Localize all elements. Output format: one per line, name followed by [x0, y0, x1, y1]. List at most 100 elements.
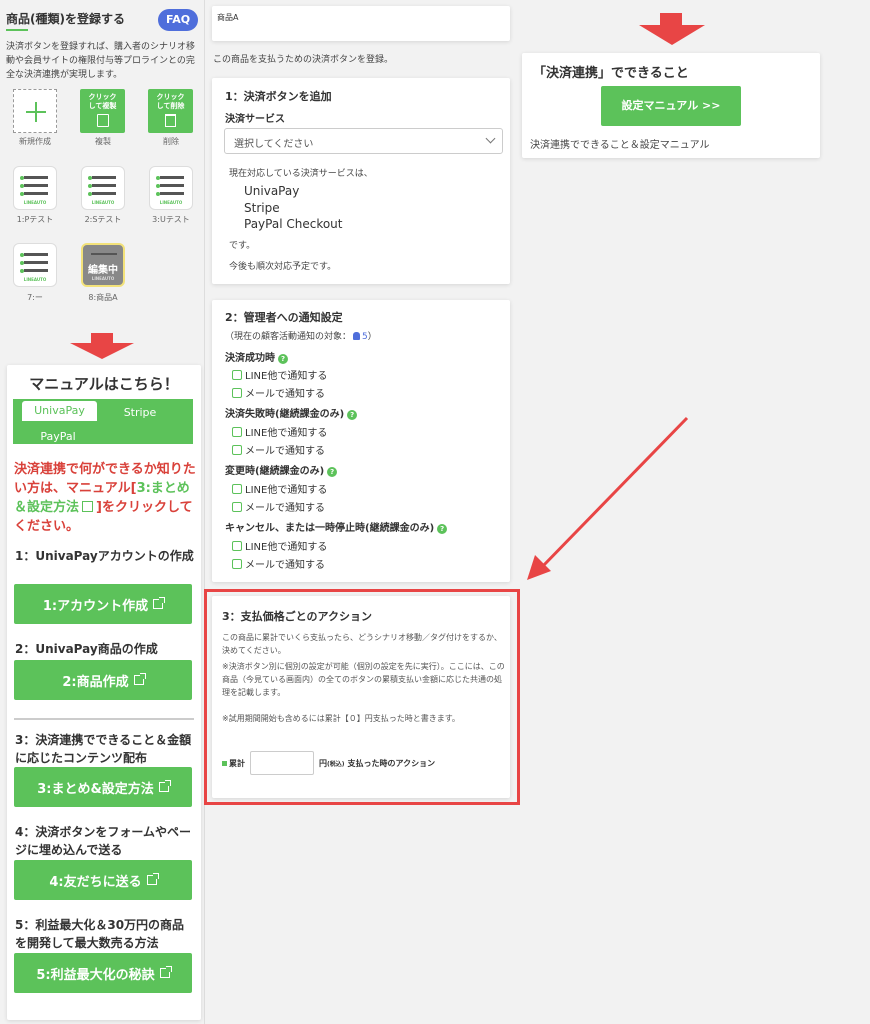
section-3-p3: ※試用期間開始も含めるには累計【０】円支払った時と書きます。 [222, 714, 460, 723]
product-name-field[interactable]: 商品A [212, 6, 510, 41]
tab-paypal[interactable]: PayPal [23, 430, 93, 443]
manual-title: マニュアルはこちら！ [29, 375, 179, 393]
copy-button[interactable]: クリックして複製 [80, 89, 125, 133]
faq-button[interactable]: FAQ [158, 9, 198, 31]
delete-button-text: クリックして削除 [156, 93, 185, 110]
tab-univapay[interactable]: UnivaPay [21, 400, 98, 422]
future-text: 今後も順次対応予定です。 [229, 262, 337, 272]
product-subtitle: この商品を支払うための決済ボタンを登録。 [213, 55, 394, 65]
action-label: 支払った時のアクション [347, 758, 436, 768]
step-4-button[interactable]: 4:友だちに送る [14, 860, 192, 900]
external-link-icon [146, 873, 159, 885]
product-tile-8-editing[interactable]: 編集中 LINEAUTO [81, 243, 125, 287]
option-label: LINE他で通知する [245, 485, 328, 496]
cancel-line-checkbox[interactable]: LINE他で通知する [232, 538, 327, 553]
desu-text: です。 [229, 241, 256, 251]
change-mail-checkbox[interactable]: メールで通知する [232, 499, 325, 514]
product-label-7: 7:ー [27, 293, 43, 302]
new-product-tile[interactable] [13, 89, 57, 133]
step-3-button[interactable]: 3:まとめ&設定方法 [14, 767, 192, 807]
section-1-title: 1：決済ボタンを追加 [225, 90, 332, 103]
group-failure-label: 決済失敗時(継続課金のみ)? [225, 405, 358, 420]
target-suffix: ） [367, 332, 377, 342]
product-name: 商品A [217, 13, 239, 22]
step-4-label: 4:友だちに送る [49, 874, 142, 890]
red-diagonal-arrow [527, 416, 689, 580]
help-icon[interactable]: ? [278, 354, 288, 364]
copy-button-text: クリックして複製 [88, 93, 117, 110]
manual-notice: 決済連携で何ができるか知りたい方は、マニュアル[3:まとめ＆設定方法]をクリック… [14, 460, 196, 536]
tile-brand: LINEAUTO [23, 200, 47, 205]
service-univapay: UnivaPay [244, 184, 300, 198]
help-icon[interactable]: ? [327, 467, 338, 477]
notification-target: （現在の顧客活動通知の対象： 5） [225, 329, 377, 342]
section-1-card [212, 78, 510, 284]
service-paypal: PayPal Checkout [244, 217, 343, 231]
tile-brand: LINEAUTO [23, 277, 47, 282]
title-underline [6, 29, 28, 31]
step-3-heading: 3：決済連携でできること＆金額に応じたコンテンツ配布 [15, 733, 192, 765]
step-1-label: 1:アカウント作成 [42, 598, 149, 614]
tile-brand: LINEAUTO [159, 200, 183, 205]
payment-service-label: 決済サービス [225, 114, 285, 125]
product-tile-1[interactable]: LINEAUTO [13, 166, 57, 210]
option-label: LINE他で通知する [245, 371, 328, 382]
payment-service-select[interactable]: 選択してください [224, 128, 503, 154]
delete-button[interactable]: クリックして削除 [148, 89, 193, 133]
tile-brand: LINEAUTO [91, 276, 115, 281]
failure-line-checkbox[interactable]: LINE他で通知する [232, 424, 327, 439]
copy-icon [96, 114, 109, 127]
right-panel-caption: 決済連携でできること＆設定マニュアル [530, 140, 710, 151]
yen-label: 円 [319, 758, 327, 768]
service-stripe: Stripe [244, 201, 280, 215]
product-tile-2[interactable]: LINEAUTO [81, 166, 125, 210]
right-panel-title: 「決済連携」でできること [533, 66, 689, 81]
sidebar-title: 商品(種類)を登録する [6, 12, 125, 26]
cumulative-label: 累計 [229, 758, 245, 768]
group-change-label: 変更時(継続課金のみ)? [225, 462, 338, 477]
product-label-2: 2:Sテスト [84, 215, 122, 224]
cumulative-amount-input[interactable] [250, 751, 314, 775]
change-line-checkbox[interactable]: LINE他で通知する [232, 481, 327, 496]
tile-brand: LINEAUTO [91, 200, 115, 205]
tab-stripe[interactable]: Stripe [105, 406, 175, 419]
group-cancel-label: キャンセル、または一時停止時(継続課金のみ)? [225, 519, 448, 534]
failure-mail-checkbox[interactable]: メールで通知する [232, 442, 325, 457]
red-arrow-right [660, 13, 682, 25]
tax-label: (税込) [327, 760, 345, 768]
success-line-checkbox[interactable]: LINE他で通知する [232, 367, 327, 382]
editing-badge: 編集中 [88, 265, 118, 276]
external-link-icon [158, 780, 171, 792]
step-2-label: 2:商品作成 [62, 674, 129, 690]
target-prefix: （現在の顧客活動通知の対象： [225, 332, 352, 342]
product-tile-3[interactable]: LINEAUTO [149, 166, 193, 210]
step-2-button[interactable]: 2:商品作成 [14, 660, 192, 700]
user-icon [353, 332, 361, 340]
step-4-heading: 4：決済ボタンをフォームやページに埋め込んで送る [15, 825, 191, 857]
red-arrow-left [91, 333, 113, 343]
section-3-p1: この商品に累計でいくら支払ったら、どうシナリオ移動／タグ付けをするか、決めてくだ… [222, 633, 502, 655]
cancel-mail-checkbox[interactable]: メールで通知する [232, 556, 325, 571]
step-5-button[interactable]: 5:利益最大化の秘訣 [14, 953, 192, 993]
external-link-icon [82, 501, 94, 512]
option-label: メールで通知する [245, 503, 325, 514]
step-1-button[interactable]: 1:アカウント作成 [14, 584, 192, 624]
trash-icon [165, 114, 176, 127]
square-bullet-icon [222, 760, 227, 766]
delete-label: 削除 [163, 137, 179, 146]
settings-manual-button[interactable]: 設定マニュアル >> [601, 86, 741, 126]
option-label: LINE他で通知する [245, 542, 328, 553]
group-label: 決済失敗時(継続課金のみ) [225, 409, 345, 420]
product-label-8: 8:商品A [88, 293, 118, 302]
help-icon[interactable]: ? [437, 524, 448, 534]
supported-intro: 現在対応している決済サービスは、 [229, 169, 373, 179]
product-tile-7[interactable]: LINEAUTO [13, 243, 57, 287]
new-label: 新規作成 [19, 137, 51, 146]
success-mail-checkbox[interactable]: メールで通知する [232, 385, 325, 400]
sidebar-description: 決済ボタンを登録すれば、購入者のシナリオ移動や会員サイトの権限付与等プロラインと… [6, 42, 196, 80]
cumulative-row: 累計 円 (税込) 支払った時のアクション [222, 751, 435, 775]
help-icon[interactable]: ? [347, 410, 358, 420]
step-5-label: 5:利益最大化の秘訣 [36, 967, 155, 983]
step-2-heading: 2：UnivaPay商品の作成 [15, 642, 158, 656]
option-label: メールで通知する [245, 389, 325, 400]
